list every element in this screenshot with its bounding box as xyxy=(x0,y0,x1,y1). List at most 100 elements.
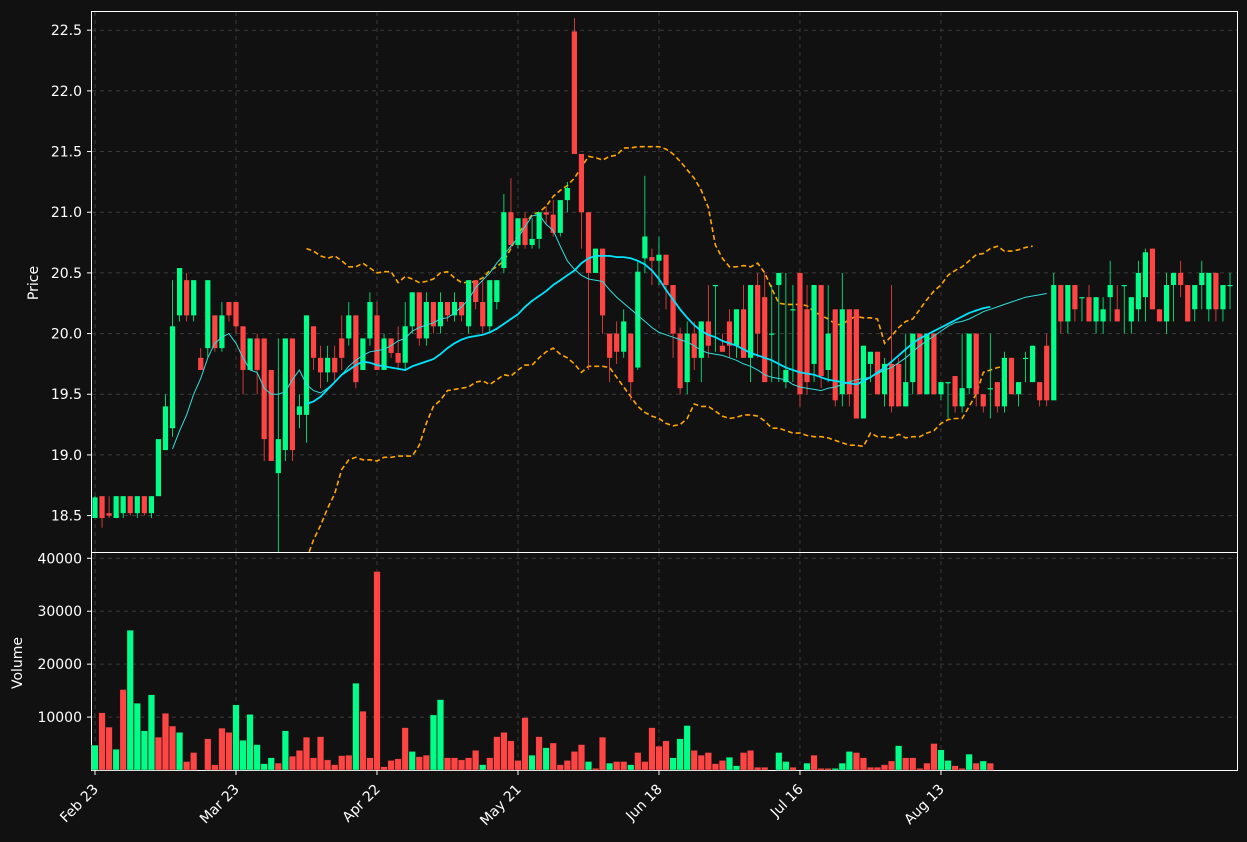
candle-body-down xyxy=(374,315,380,370)
candle-body-up xyxy=(564,187,570,201)
volume-bar-up xyxy=(429,714,437,771)
candle-body-up xyxy=(247,338,253,370)
candle-body-up xyxy=(325,357,331,373)
candle-body-up xyxy=(557,200,563,233)
candle-body-up xyxy=(346,315,352,339)
candle-body-up xyxy=(92,497,98,519)
volume-bar-up xyxy=(606,762,614,771)
candle-body-up xyxy=(1199,272,1205,286)
volume-bar-down xyxy=(380,766,388,771)
candle-body-up xyxy=(1135,272,1141,310)
candle-body-down xyxy=(99,496,105,519)
candle-body-up xyxy=(275,439,281,474)
volume-bar-down xyxy=(493,736,501,771)
price-tick-label: 18.5 xyxy=(51,509,82,525)
candle-body-up xyxy=(494,280,500,303)
candle-body-up xyxy=(1121,285,1127,287)
candle-body-up xyxy=(945,382,951,384)
volume-bar-down xyxy=(218,728,226,771)
candle-body-down xyxy=(1178,272,1184,286)
candle-body-down xyxy=(755,285,761,334)
volume-bar-down xyxy=(331,764,339,771)
volume-axis-label: Volume xyxy=(10,637,26,689)
volume-bar-up xyxy=(140,730,148,771)
candle-body-down xyxy=(198,357,204,370)
volume-bar-up xyxy=(585,761,592,771)
volume-bar-up xyxy=(479,764,487,771)
candle-body-up xyxy=(423,302,429,339)
candle-body-down xyxy=(896,363,902,407)
candle-body-up xyxy=(1065,285,1071,322)
candle-body-up xyxy=(698,321,704,358)
candle-body-up xyxy=(409,292,415,327)
candle-body-down xyxy=(1086,297,1092,322)
candle-body-down xyxy=(268,369,274,461)
stock-chart: 18.5 19.0 19.5 20.0 20.5 21.0 21.5 22.0 22.5 Pri… xyxy=(0,0,1247,842)
volume-bar-down xyxy=(225,732,233,771)
volume-bar-up xyxy=(528,755,536,771)
volume-bar-up xyxy=(542,747,550,771)
candle-body-down xyxy=(254,338,260,370)
candle-body-down xyxy=(973,333,979,395)
candle-body-up xyxy=(162,406,169,451)
candle-body-down xyxy=(1213,272,1219,310)
candle-body-up xyxy=(501,212,507,269)
volume-bar-up xyxy=(267,757,275,771)
volume-bar-up xyxy=(979,760,987,771)
volume-bar-up xyxy=(937,749,945,771)
candle-body-down xyxy=(719,345,726,352)
candle-body-up xyxy=(191,280,197,316)
candle-body-down xyxy=(994,382,1000,407)
candle-body-up xyxy=(1206,272,1212,310)
volume-bar-down xyxy=(556,764,564,771)
candle-body-down xyxy=(585,212,592,273)
volume-bar-up xyxy=(176,732,183,771)
candle-body-up xyxy=(592,248,599,273)
candle-body-up xyxy=(656,254,662,261)
candle-body-up xyxy=(134,496,140,514)
volume-bar-down xyxy=(465,757,473,771)
volume-bar-down xyxy=(690,750,698,771)
candle-body-up xyxy=(966,333,972,389)
candle-body-down xyxy=(818,285,824,377)
candle-body-up xyxy=(783,369,789,383)
volume-bar-down xyxy=(662,740,670,771)
volume-bar-down xyxy=(860,757,867,771)
volume-tick-label: 20000 xyxy=(37,657,82,673)
candle-body-up xyxy=(642,236,648,259)
candle-body-up xyxy=(1100,309,1106,322)
volume-bar-up xyxy=(775,752,783,771)
volume-bar-down xyxy=(655,746,663,771)
volume-bar-down xyxy=(916,768,924,771)
candle-body-down xyxy=(1058,285,1064,322)
price-tick-label: 19.0 xyxy=(51,448,82,464)
volume-bar-down xyxy=(599,737,606,771)
volume-bar-down xyxy=(634,752,642,771)
candle-body-up xyxy=(303,315,310,415)
candle-body-up xyxy=(219,315,225,349)
volume-bar-up xyxy=(91,744,99,771)
volume-bar-down xyxy=(422,755,430,771)
candle-body-down xyxy=(952,376,958,407)
candle-body-up xyxy=(148,496,154,514)
candle-body-down xyxy=(670,285,676,334)
candle-body-up xyxy=(466,280,472,327)
candle-body-up xyxy=(769,333,775,335)
volume-tick-label: 40000 xyxy=(37,551,82,567)
candle-body-down xyxy=(395,352,401,363)
candle-body-up xyxy=(748,285,754,358)
candle-body-down xyxy=(804,309,810,383)
volume-bar-down xyxy=(373,571,381,771)
volume-bar-down xyxy=(817,768,825,771)
candle-body-down xyxy=(1044,345,1050,401)
candle-body-up xyxy=(437,302,444,327)
candle-body-up xyxy=(1227,285,1233,287)
volume-bar-down xyxy=(874,767,881,771)
candle-body-up xyxy=(120,496,126,514)
volume-bar-down xyxy=(119,689,127,771)
candle-body-up xyxy=(1001,357,1008,407)
volume-bar-up xyxy=(281,730,289,771)
candle-body-up xyxy=(1220,285,1226,310)
volume-bar-down xyxy=(204,738,212,771)
candle-body-up xyxy=(1128,297,1134,322)
